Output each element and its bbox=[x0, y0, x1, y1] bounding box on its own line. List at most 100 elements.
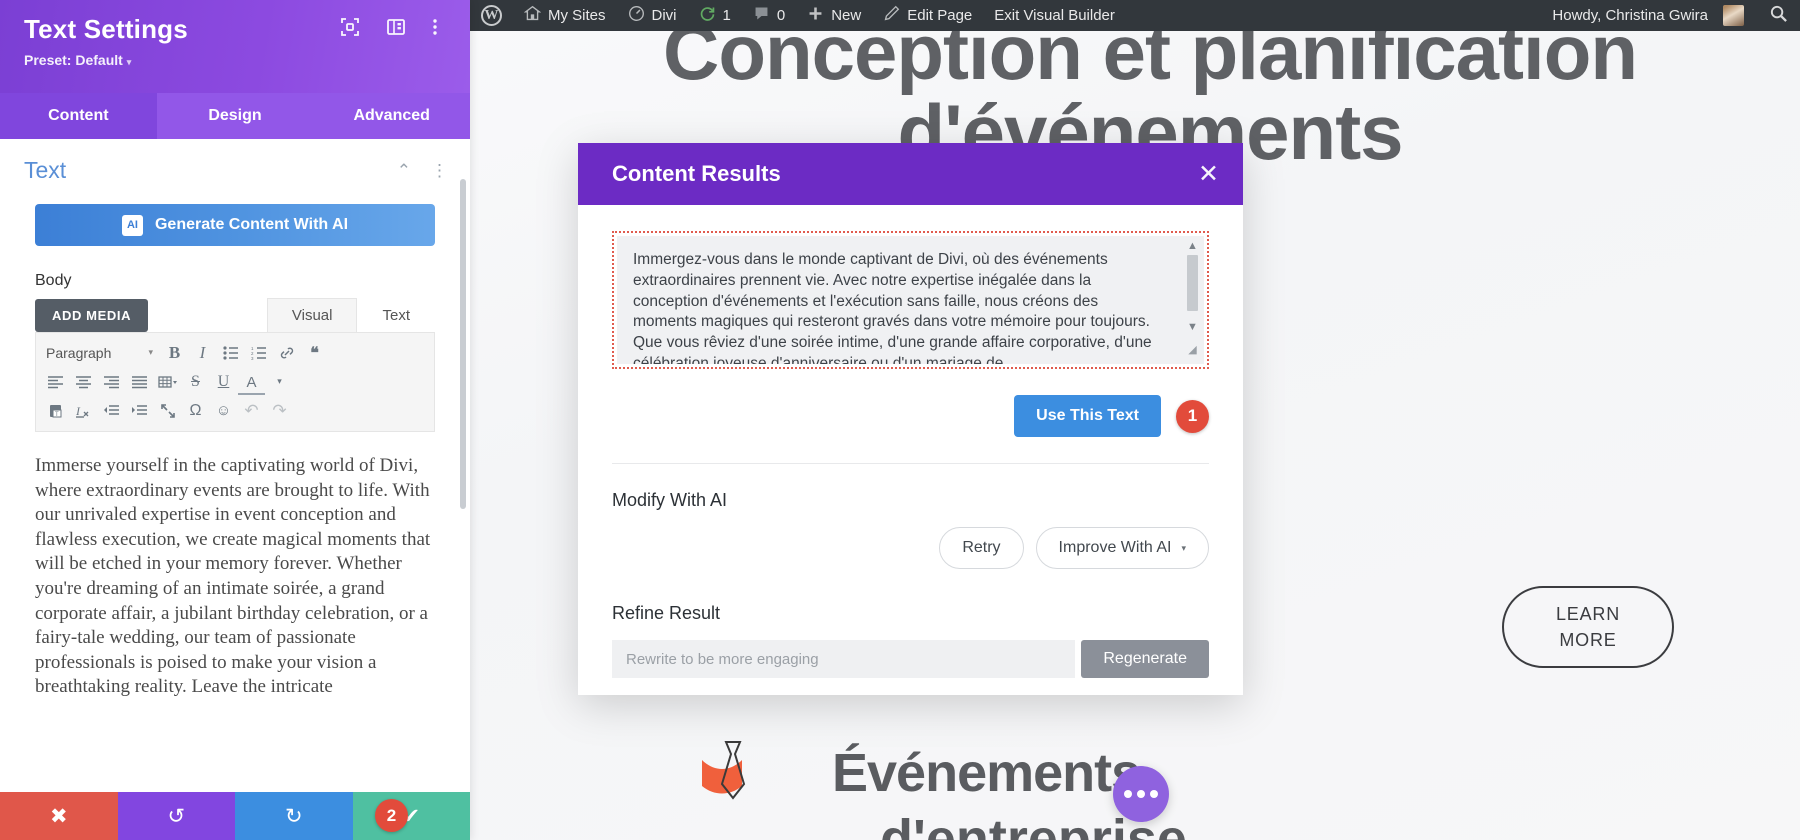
pencil-icon bbox=[883, 5, 900, 26]
redo-button[interactable]: ↻ bbox=[235, 792, 353, 840]
more-dots-icon[interactable] bbox=[1113, 766, 1169, 822]
cancel-button[interactable]: ✖ bbox=[0, 792, 118, 840]
outdent-icon[interactable] bbox=[98, 397, 125, 424]
section-header-text[interactable]: Text ⌃ ⋮ bbox=[0, 139, 470, 194]
adminbar-item-my-sites[interactable]: My Sites bbox=[513, 0, 617, 31]
section-title: Text bbox=[24, 157, 67, 183]
retry-button[interactable]: Retry bbox=[939, 527, 1024, 569]
improve-with-ai-button[interactable]: Improve With AI ▾ bbox=[1035, 527, 1209, 569]
format-select-value: Paragraph bbox=[46, 344, 112, 361]
italic-icon[interactable]: I bbox=[189, 339, 216, 366]
tab-content[interactable]: Content bbox=[0, 93, 157, 139]
chevron-down-icon[interactable]: ▼ bbox=[1187, 320, 1198, 334]
tab-design[interactable]: Design bbox=[157, 93, 314, 139]
redo-icon: ↻ bbox=[284, 804, 303, 828]
content-results-modal: Content Results ✕ Immergez-vous dans le … bbox=[578, 143, 1243, 695]
bold-icon[interactable]: B bbox=[161, 339, 188, 366]
undo-icon[interactable]: ↶ bbox=[238, 397, 265, 424]
clear-formatting-icon[interactable]: I bbox=[70, 397, 97, 424]
format-select[interactable]: Paragraph ▾ bbox=[42, 339, 160, 366]
paste-as-text-icon[interactable]: T bbox=[42, 397, 69, 424]
dashboard-icon bbox=[628, 5, 645, 26]
adminbar-item-edit-page[interactable]: Edit Page bbox=[872, 0, 983, 31]
modal-header: Content Results ✕ bbox=[578, 143, 1243, 205]
editor-body-text[interactable]: Immerse yourself in the captivating worl… bbox=[35, 454, 435, 700]
undo-button[interactable]: ↺ bbox=[117, 792, 235, 840]
refine-result-label: Refine Result bbox=[612, 603, 721, 623]
resize-grip-icon[interactable]: ◢ bbox=[1188, 340, 1196, 361]
text-color-icon[interactable]: A bbox=[238, 373, 265, 395]
panel-body: Text ⌃ ⋮ AI Generate Content With AI Bod… bbox=[0, 139, 470, 792]
regenerate-button[interactable]: Regenerate bbox=[1081, 640, 1209, 678]
retry-label: Retry bbox=[962, 539, 1001, 556]
table-icon[interactable] bbox=[154, 368, 181, 395]
blockquote-icon[interactable]: ❝ bbox=[301, 339, 328, 366]
align-left-icon[interactable] bbox=[42, 368, 69, 395]
modal-title: Content Results bbox=[612, 161, 781, 186]
howdy-label: Howdy, Christina Gwira bbox=[1552, 7, 1708, 24]
ai-icon: AI bbox=[121, 214, 143, 236]
refine-input[interactable] bbox=[612, 640, 1076, 678]
kebab-menu-icon[interactable]: ⋮ bbox=[431, 161, 448, 181]
step-badge-1: 1 bbox=[1176, 399, 1209, 433]
tab-visual[interactable]: Visual bbox=[266, 298, 358, 332]
numbered-list-icon[interactable]: 123 bbox=[245, 339, 272, 366]
adminbar-label: New bbox=[831, 7, 862, 24]
align-center-icon[interactable] bbox=[70, 368, 97, 395]
adminbar-label: My Sites bbox=[548, 7, 606, 24]
chevron-up-icon[interactable]: ⌃ bbox=[397, 161, 411, 181]
adminbar-label: Exit Visual Builder bbox=[994, 7, 1115, 24]
indent-icon[interactable] bbox=[126, 397, 153, 424]
preset-selector[interactable]: Preset: Default ▾ bbox=[24, 52, 448, 68]
adminbar-item-comments[interactable]: 0 bbox=[742, 0, 796, 31]
adminbar-label: Divi bbox=[651, 7, 677, 24]
link-icon[interactable] bbox=[273, 339, 300, 366]
add-media-button[interactable]: ADD MEDIA bbox=[35, 299, 149, 332]
result-textarea[interactable]: Immergez-vous dans le monde captivant de… bbox=[617, 236, 1204, 364]
special-character-icon[interactable]: Ω bbox=[182, 397, 209, 424]
chevron-up-icon[interactable]: ▲ bbox=[1187, 239, 1198, 253]
save-button[interactable]: ✔ 2 bbox=[352, 792, 470, 840]
modify-actions-row: Retry Improve With AI ▾ bbox=[612, 527, 1209, 569]
fullscreen-icon[interactable] bbox=[154, 397, 181, 424]
underline-icon[interactable]: U bbox=[210, 368, 237, 395]
wordpress-admin-bar: W My Sites Divi 1 0 New Edit Page Exit V… bbox=[470, 0, 1800, 31]
redo-icon[interactable]: ↷ bbox=[266, 397, 293, 424]
panel-scrollbar[interactable] bbox=[460, 179, 466, 509]
scrollbar-thumb[interactable] bbox=[1187, 255, 1198, 311]
panel-header-icons bbox=[340, 17, 452, 37]
adminbar-account[interactable]: Howdy, Christina Gwira bbox=[1541, 0, 1755, 31]
tab-advanced[interactable]: Advanced bbox=[313, 93, 470, 139]
adminbar-item-new[interactable]: New bbox=[796, 0, 872, 31]
wordpress-logo-icon[interactable]: W bbox=[470, 0, 513, 31]
learn-more-button[interactable]: LEARN MORE bbox=[1502, 586, 1674, 668]
adminbar-item-divi[interactable]: Divi bbox=[617, 0, 688, 31]
adminbar-label: 1 bbox=[722, 7, 731, 24]
align-right-icon[interactable] bbox=[98, 368, 125, 395]
focus-target-icon[interactable] bbox=[340, 17, 360, 37]
use-this-text-button[interactable]: Use This Text bbox=[1014, 395, 1161, 437]
panel-header: Text Settings Preset: Default ▾ bbox=[0, 0, 470, 93]
body-field-label: Body bbox=[35, 272, 72, 289]
sites-icon bbox=[523, 5, 542, 26]
kebab-menu-icon[interactable] bbox=[432, 17, 452, 37]
undo-icon: ↺ bbox=[167, 804, 186, 828]
refine-row: Regenerate bbox=[612, 640, 1209, 678]
search-icon[interactable] bbox=[1769, 4, 1788, 28]
chevron-down-icon[interactable]: ▾ bbox=[266, 368, 293, 395]
generate-content-with-ai-button[interactable]: AI Generate Content With AI bbox=[35, 204, 435, 246]
tab-text[interactable]: Text bbox=[357, 298, 435, 332]
result-scrollbar[interactable]: ▲ ▼ ◢ bbox=[1184, 239, 1201, 361]
align-justify-icon[interactable] bbox=[126, 368, 153, 395]
chevron-down-icon: ▾ bbox=[148, 347, 153, 357]
strikethrough-icon[interactable]: S bbox=[182, 368, 209, 395]
adminbar-item-updates[interactable]: 1 bbox=[688, 0, 742, 31]
bulleted-list-icon[interactable] bbox=[217, 339, 244, 366]
emoji-icon[interactable]: ☺ bbox=[210, 397, 237, 424]
adminbar-item-exit-visual-builder[interactable]: Exit Visual Builder bbox=[983, 0, 1126, 31]
close-icon[interactable]: ✕ bbox=[1198, 161, 1219, 187]
layout-columns-icon[interactable] bbox=[386, 17, 406, 37]
divider bbox=[612, 463, 1209, 464]
svg-text:3: 3 bbox=[251, 356, 254, 360]
toolbar-row-2: S U A ▾ bbox=[42, 367, 428, 396]
